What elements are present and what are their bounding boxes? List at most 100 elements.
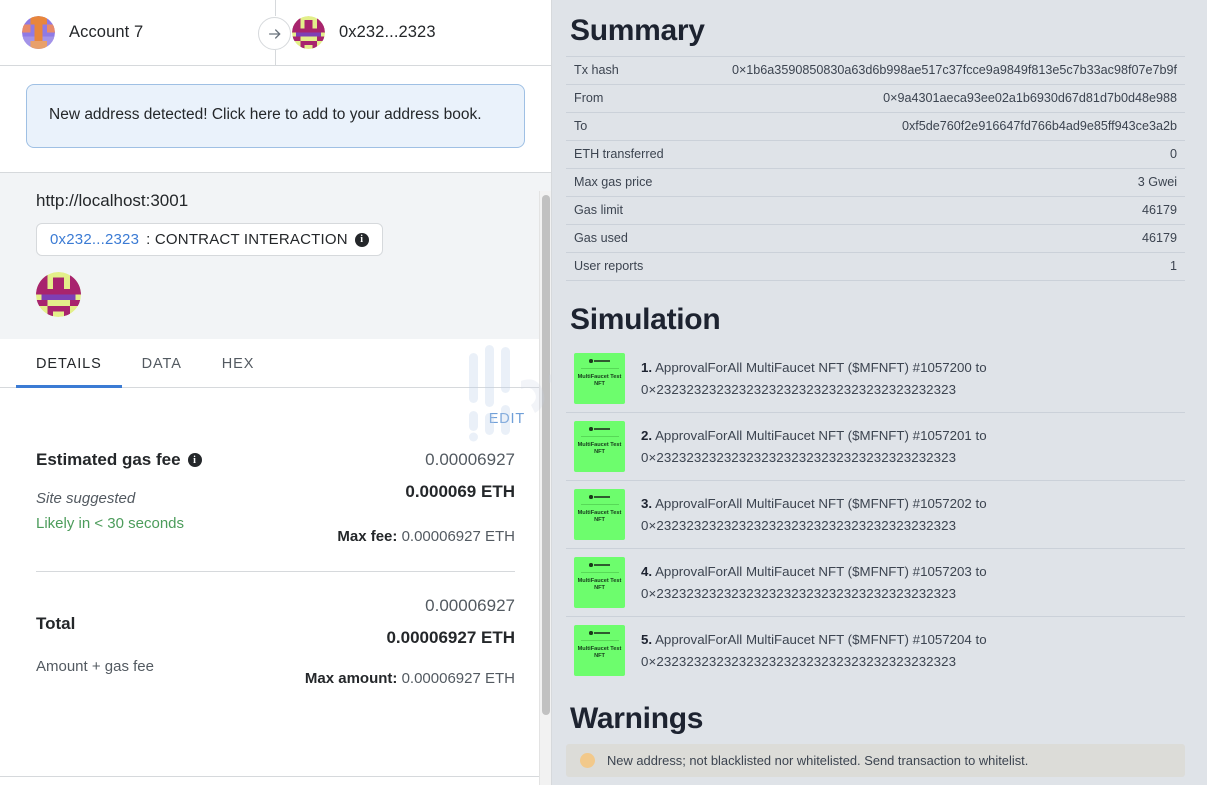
max-amount-value: 0.00006927 ETH [402,670,515,687]
summary-value: 46179 [724,197,1185,225]
simulation-text: 2. ApprovalForAll MultiFaucet NFT ($MFNF… [641,425,987,468]
summary-value: 0×1b6a3590850830a63d6b998ae517c37fcce9a9… [724,57,1185,85]
estimated-gas-fee-row: Estimated gas fee i Site suggested Likel… [26,428,525,545]
warning-circle-icon [580,753,595,768]
simulation-description: ApprovalForAll MultiFaucet NFT ($MFNFT) … [655,564,987,579]
table-row: From 0×9a4301aeca93ee02a1b6930d67d81d7b0… [566,85,1185,113]
nft-thumbnail: MultiFaucet Test NFT [574,353,625,404]
table-row: Tx hash 0×1b6a3590850830a63d6b998ae517c3… [566,57,1185,85]
from-account-avatar [22,16,55,49]
origin-url: http://localhost:3001 [36,191,515,211]
gas-fee-native: 0.00006927 [337,450,515,470]
nft-thumbnail: MultiFaucet Test NFT [574,625,625,676]
max-amount-label: Max amount: [305,670,398,687]
list-item: MultiFaucet Test NFT 1. ApprovalForAll M… [566,345,1185,413]
gas-fee-labels: Estimated gas fee i Site suggested Likel… [26,450,202,532]
nft-thumbnail: MultiFaucet Test NFT [574,421,625,472]
details-tabs: DETAILS DATA HEX [0,339,551,388]
simulation-index: 5. [641,632,652,647]
metamask-confirmation-panel: Account 7 [0,0,552,785]
app-root: Account 7 [0,0,1207,785]
table-row: User reports 1 [566,253,1185,281]
info-icon[interactable]: i [188,453,202,467]
origin-block: http://localhost:3001 0x232...2323 : CON… [0,173,551,339]
simulation-index: 3. [641,496,652,511]
total-eth: 0.00006927 ETH [305,628,515,648]
tab-details[interactable]: DETAILS [16,340,122,388]
tab-data[interactable]: DATA [122,340,202,388]
simulation-address: 0×23232323232323232323232323232323232323… [641,518,956,533]
summary-key: Tx hash [566,57,724,85]
table-row: ETH transferred 0 [566,141,1185,169]
gas-fee-title: Estimated gas fee i [36,450,202,470]
to-account-avatar [292,16,325,49]
left-panel-scrollbar[interactable] [539,191,551,785]
table-row: To 0xf5de760f2e916647fd766b4ad9e85ff943c… [566,113,1185,141]
nft-brand-icon [589,359,610,363]
max-fee-label: Max fee: [337,528,397,545]
total-native: 0.00006927 [305,596,515,616]
total-subtitle: Amount + gas fee [36,658,154,675]
nft-thumbnail: MultiFaucet Test NFT [574,557,625,608]
simulation-index: 4. [641,564,652,579]
nft-thumbnail-label: MultiFaucet Test NFT [574,646,625,661]
table-row: Max gas price 3 Gwei [566,169,1185,197]
total-row: Total Amount + gas fee 0.00006927 0.0000… [26,572,525,687]
nft-brand-icon [589,631,610,635]
tab-hex[interactable]: HEX [202,340,275,388]
gas-fee-eth: 0.000069 ETH [337,482,515,502]
list-item: MultiFaucet Test NFT 2. ApprovalForAll M… [566,413,1185,481]
edit-gas-link[interactable]: EDIT [489,411,525,427]
nft-brand-icon [589,563,610,567]
from-account[interactable]: Account 7 [0,16,252,49]
edit-row: EDIT [26,388,525,428]
summary-key: Gas used [566,225,724,253]
nft-thumbnail-label: MultiFaucet Test NFT [574,578,625,593]
simulation-address: 0×23232323232323232323232323232323232323… [641,586,956,601]
total-title: Total [36,614,154,634]
max-fee-value: 0.00006927 ETH [402,528,515,545]
contract-address: 0x232...2323 [50,231,139,248]
gas-max-fee: Max fee: 0.00006927 ETH [337,528,515,545]
details-body: EDIT Estimated gas fee i Site suggested … [0,388,551,785]
warnings-title: Warnings [570,702,1185,736]
simulation-description: ApprovalForAll MultiFaucet NFT ($MFNFT) … [655,360,987,375]
simulation-description: ApprovalForAll MultiFaucet NFT ($MFNFT) … [655,428,987,443]
contract-interaction-pill[interactable]: 0x232...2323 : CONTRACT INTERACTION i [36,223,383,256]
nft-thumbnail: MultiFaucet Test NFT [574,489,625,540]
summary-key: Max gas price [566,169,724,197]
table-row: Gas used 46179 [566,225,1185,253]
left-panel-scrollbar-thumb[interactable] [542,195,550,715]
simulation-text: 5. ApprovalForAll MultiFaucet NFT ($MFNF… [641,629,987,672]
simulation-list: MultiFaucet Test NFT 1. ApprovalForAll M… [566,345,1185,684]
simulation-text: 3. ApprovalForAll MultiFaucet NFT ($MFNF… [641,493,987,536]
summary-title: Summary [570,14,1185,48]
to-account-address: 0x232...2323 [339,23,436,42]
info-icon[interactable]: i [355,233,369,247]
gas-fee-values: 0.00006927 0.000069 ETH Max fee: 0.00006… [337,450,525,545]
summary-value: 3 Gwei [724,169,1185,197]
simulation-address: 0×23232323232323232323232323232323232323… [641,450,956,465]
simulation-title: Simulation [570,303,1185,337]
simulation-text: 1. ApprovalForAll MultiFaucet NFT ($MFNF… [641,357,987,400]
warning-text: New address; not blacklisted nor whiteli… [607,753,1028,768]
nft-brand-icon [589,427,610,431]
simulation-index: 1. [641,360,652,375]
simulation-address: 0×23232323232323232323232323232323232323… [641,654,956,669]
new-address-banner[interactable]: New address detected! Click here to add … [26,84,525,148]
simulation-text: 4. ApprovalForAll MultiFaucet NFT ($MFNF… [641,561,987,604]
simulation-address: 0×23232323232323232323232323232323232323… [641,382,956,397]
origin-avatar [36,272,81,317]
arrow-right-icon [258,17,291,50]
total-labels: Total Amount + gas fee [26,596,154,675]
summary-key: ETH transferred [566,141,724,169]
gas-fee-title-text: Estimated gas fee [36,450,181,470]
simulation-description: ApprovalForAll MultiFaucet NFT ($MFNFT) … [655,496,987,511]
list-item: MultiFaucet Test NFT 5. ApprovalForAll M… [566,617,1185,684]
nft-thumbnail-label: MultiFaucet Test NFT [574,510,625,525]
summary-key: From [566,85,724,113]
nft-thumbnail-label: MultiFaucet Test NFT [574,442,625,457]
transaction-header: Account 7 [0,0,551,66]
contract-interaction-label: : CONTRACT INTERACTION [146,231,348,248]
total-values: 0.00006927 0.00006927 ETH Max amount: 0.… [305,596,525,687]
